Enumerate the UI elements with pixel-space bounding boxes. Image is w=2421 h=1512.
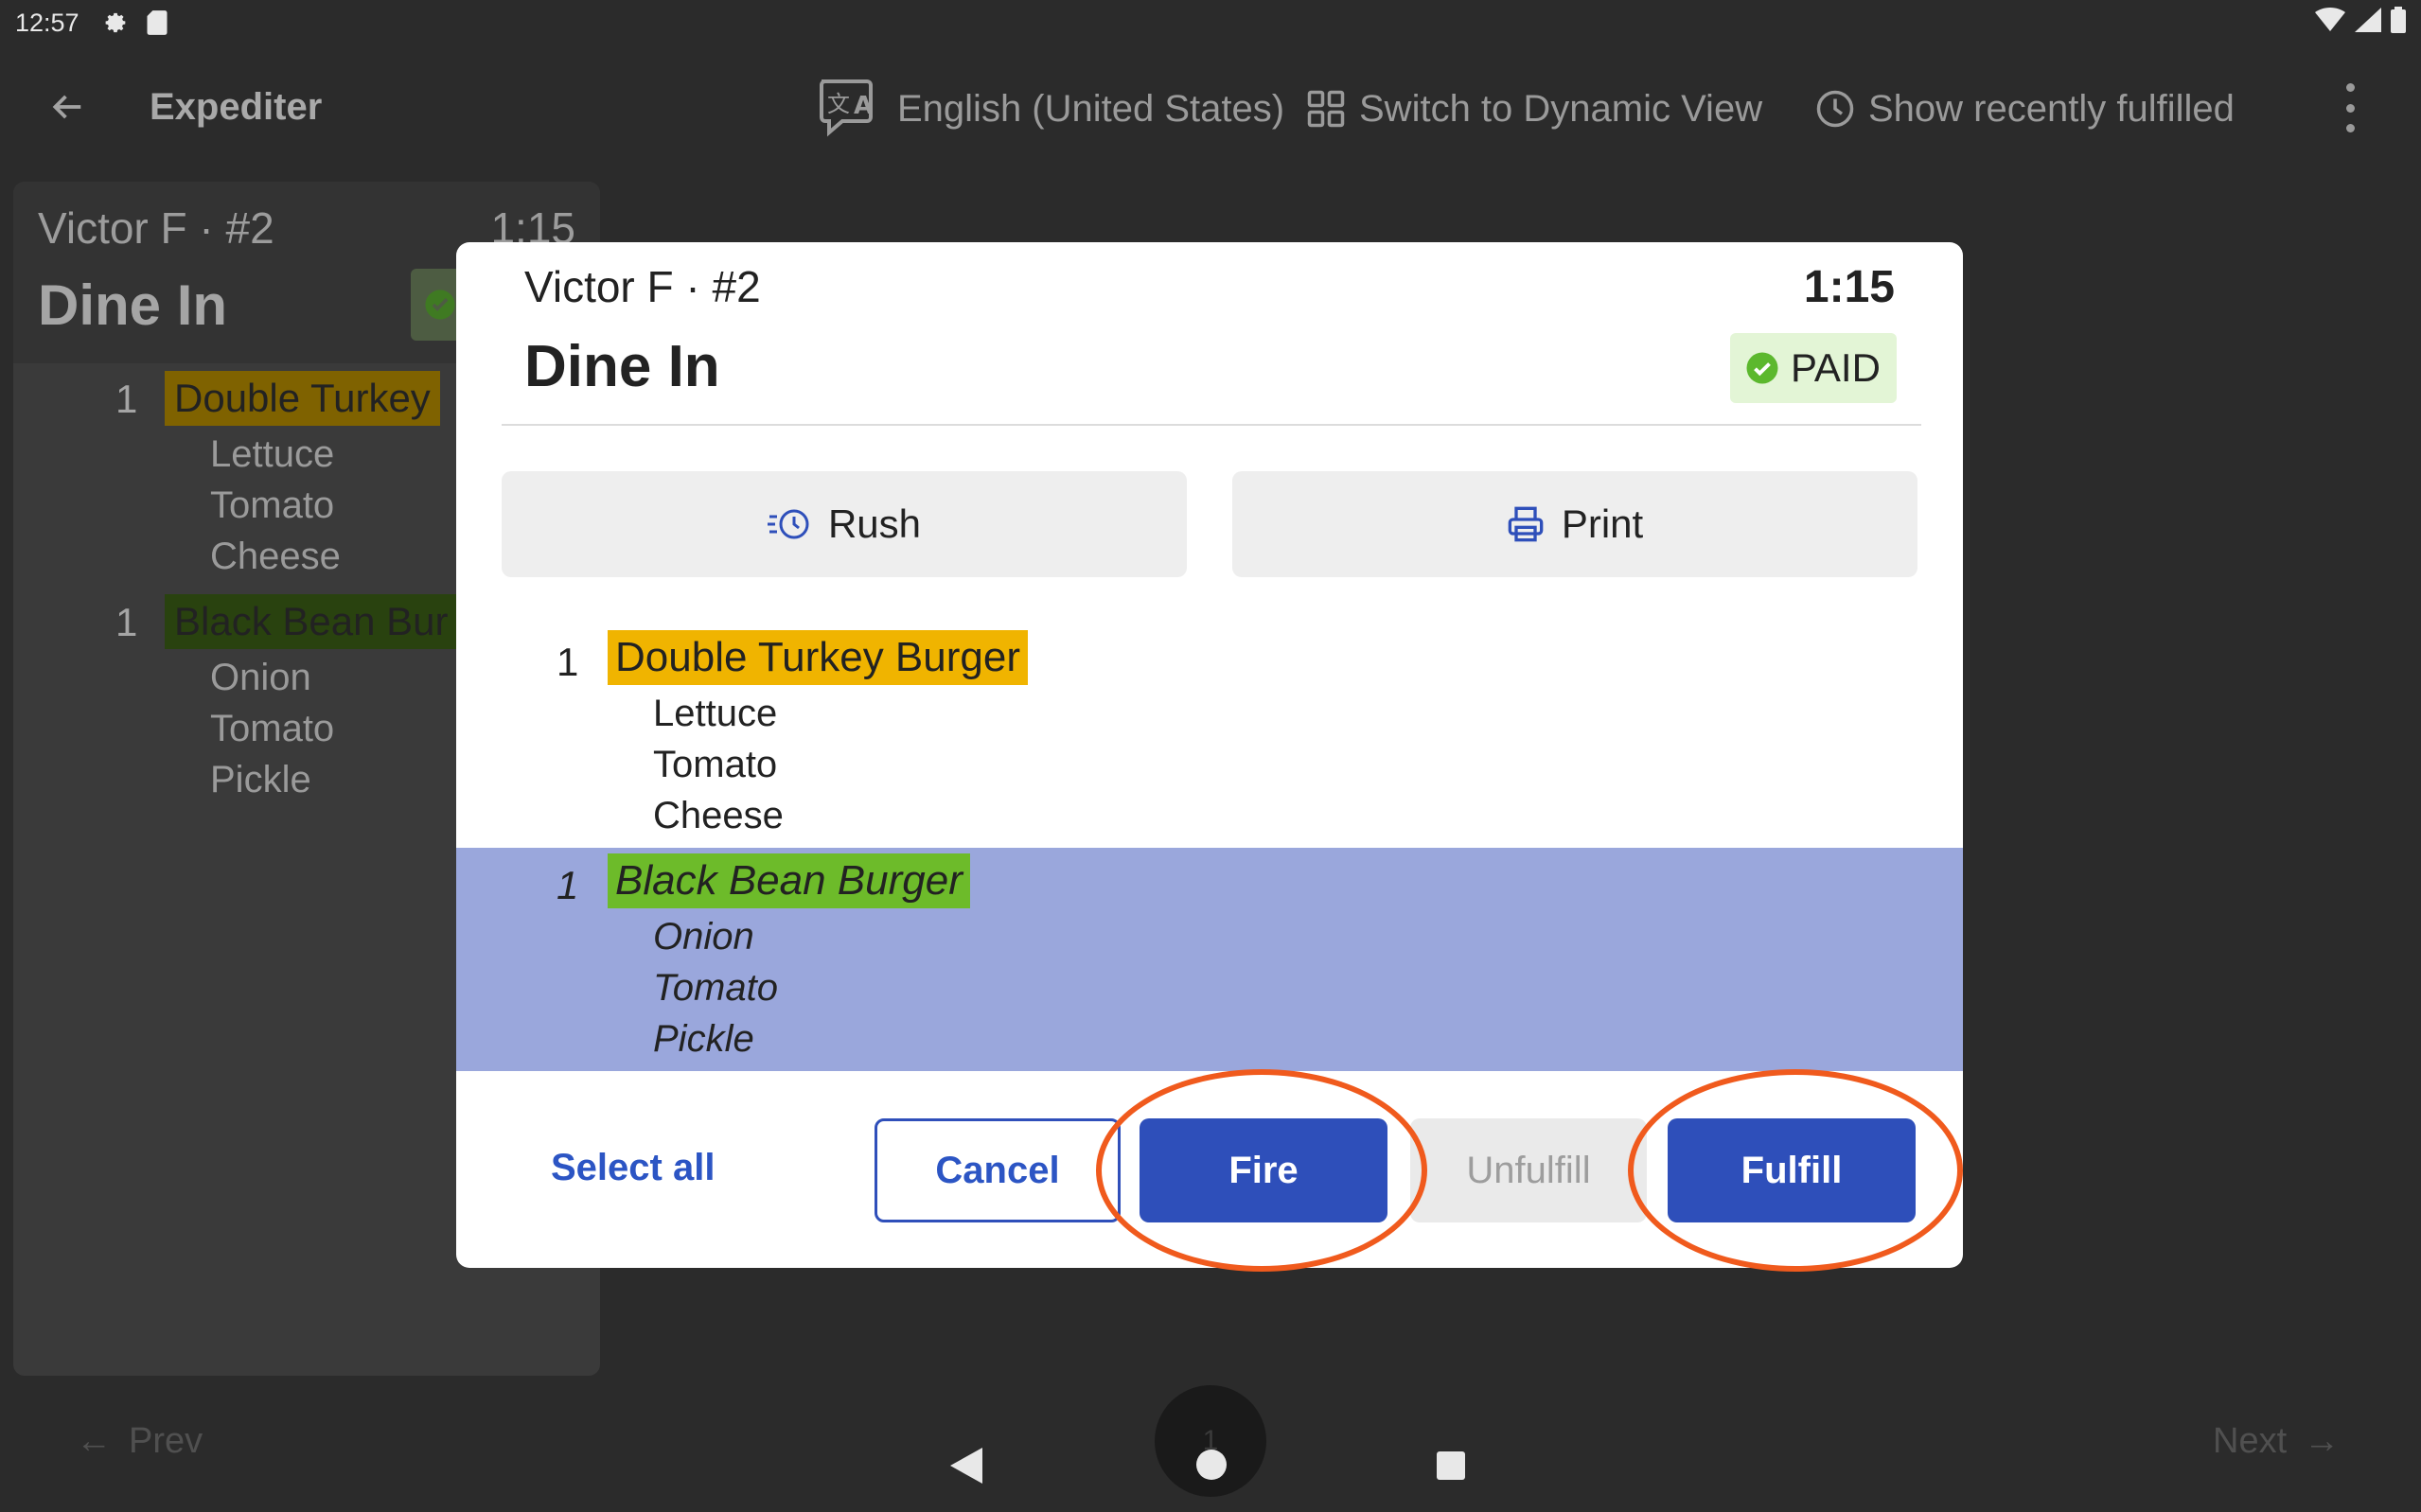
more-options-button[interactable] xyxy=(2334,79,2366,136)
system-recents-icon[interactable] xyxy=(1437,1451,1465,1480)
dialog-elapsed-time: 1:15 xyxy=(1803,262,1895,312)
item-name: Black Bean Burger xyxy=(608,853,970,908)
arrow-right-icon: → xyxy=(2304,1421,2341,1461)
page-indicator[interactable]: 1 xyxy=(1155,1385,1266,1497)
rush-icon xyxy=(767,509,809,539)
select-all-button[interactable]: Select all xyxy=(551,1147,715,1189)
language-label: English (United States) xyxy=(897,87,1285,130)
svg-text:A: A xyxy=(854,92,873,120)
dialog-order-type: Dine In xyxy=(524,334,720,399)
rush-label: Rush xyxy=(827,501,922,546)
dynamic-view-label: Switch to Dynamic View xyxy=(1359,87,1763,130)
item-quantity: 1 xyxy=(557,640,579,684)
header-divider xyxy=(502,424,1921,426)
printer-icon xyxy=(1508,506,1544,542)
signal-icon xyxy=(2355,7,2381,39)
item-modifier: Lettuce xyxy=(210,433,335,475)
order-item-row-selected[interactable]: 1 Black Bean Burger Onion Tomato Pickle xyxy=(456,853,1963,1071)
item-name: Double Turkey xyxy=(165,371,440,426)
unfulfill-button[interactable]: Unfulfill xyxy=(1410,1118,1647,1222)
fire-button[interactable]: Fire xyxy=(1140,1118,1387,1222)
print-label: Print xyxy=(1561,501,1644,546)
item-modifier: Onion xyxy=(210,657,311,698)
background-ticket-customer: Victor F · #2 xyxy=(38,203,274,253)
system-home-icon[interactable] xyxy=(1196,1450,1227,1480)
item-modifier: Pickle xyxy=(210,759,311,800)
dynamic-view-button[interactable]: Switch to Dynamic View xyxy=(1306,76,1762,142)
arrow-left-icon: ← xyxy=(76,1421,112,1461)
wifi-icon xyxy=(2315,7,2345,39)
prev-button[interactable]: ← Prev xyxy=(76,1421,203,1462)
grid-view-icon xyxy=(1307,90,1345,128)
item-modifier: Tomato xyxy=(210,708,335,749)
language-button[interactable]: 文 A English (United States) xyxy=(818,76,1284,142)
status-bar: 12:57 xyxy=(0,0,2421,45)
status-label: PAID xyxy=(1791,345,1881,390)
print-button[interactable]: Print xyxy=(1232,471,1917,577)
prev-label: Prev xyxy=(129,1421,203,1461)
battery-icon xyxy=(2391,6,2406,40)
item-modifier: Tomato xyxy=(210,484,335,526)
item-modifier: Cheese xyxy=(653,795,784,836)
status-time: 12:57 xyxy=(15,8,80,37)
page-title: Expediter xyxy=(150,86,323,128)
arrow-back-icon xyxy=(52,95,81,119)
recently-fulfilled-label: Show recently fulfilled xyxy=(1868,87,2235,130)
item-name: Black Bean Bur xyxy=(165,594,458,649)
order-detail-dialog: Victor F · #2 1:15 Dine In PAID Rush Pri… xyxy=(456,242,1963,1268)
item-modifier: Onion xyxy=(653,916,754,958)
rush-button[interactable]: Rush xyxy=(502,471,1187,577)
settings-icon xyxy=(102,9,129,36)
background-ticket-type: Dine In xyxy=(38,273,228,337)
cancel-button[interactable]: Cancel xyxy=(875,1118,1121,1222)
sd-card-icon xyxy=(146,9,168,36)
item-modifier: Tomato xyxy=(653,744,778,785)
fulfill-button[interactable]: Fulfill xyxy=(1668,1118,1916,1222)
system-back-icon[interactable] xyxy=(950,1448,982,1484)
next-button[interactable]: Next → xyxy=(2213,1421,2340,1462)
item-modifier: Cheese xyxy=(210,536,341,577)
svg-text:文: 文 xyxy=(827,91,850,117)
back-button[interactable] xyxy=(44,83,91,131)
check-circle-icon xyxy=(425,290,455,320)
item-name: Double Turkey Burger xyxy=(608,630,1028,685)
app-bar: Expediter 文 A English (United States) Sw… xyxy=(0,66,2421,151)
item-quantity: 1 xyxy=(115,377,138,421)
recently-fulfilled-button[interactable]: Show recently fulfilled xyxy=(1815,76,2235,142)
next-label: Next xyxy=(2213,1421,2288,1461)
item-modifier: Tomato xyxy=(653,967,778,1009)
clock-icon xyxy=(1816,90,1854,128)
item-quantity: 1 xyxy=(557,863,579,907)
status-badge: PAID xyxy=(1730,333,1897,403)
item-quantity: 1 xyxy=(115,600,138,644)
item-modifier: Lettuce xyxy=(653,693,778,734)
order-item-row[interactable]: 1 Double Turkey Burger Lettuce Tomato Ch… xyxy=(456,630,1963,848)
check-circle-icon xyxy=(1746,352,1778,384)
translate-icon: 文 A xyxy=(820,79,873,137)
item-modifier: Pickle xyxy=(653,1018,754,1060)
dialog-customer: Victor F · #2 xyxy=(524,262,761,311)
more-vert-icon xyxy=(2345,83,2355,92)
